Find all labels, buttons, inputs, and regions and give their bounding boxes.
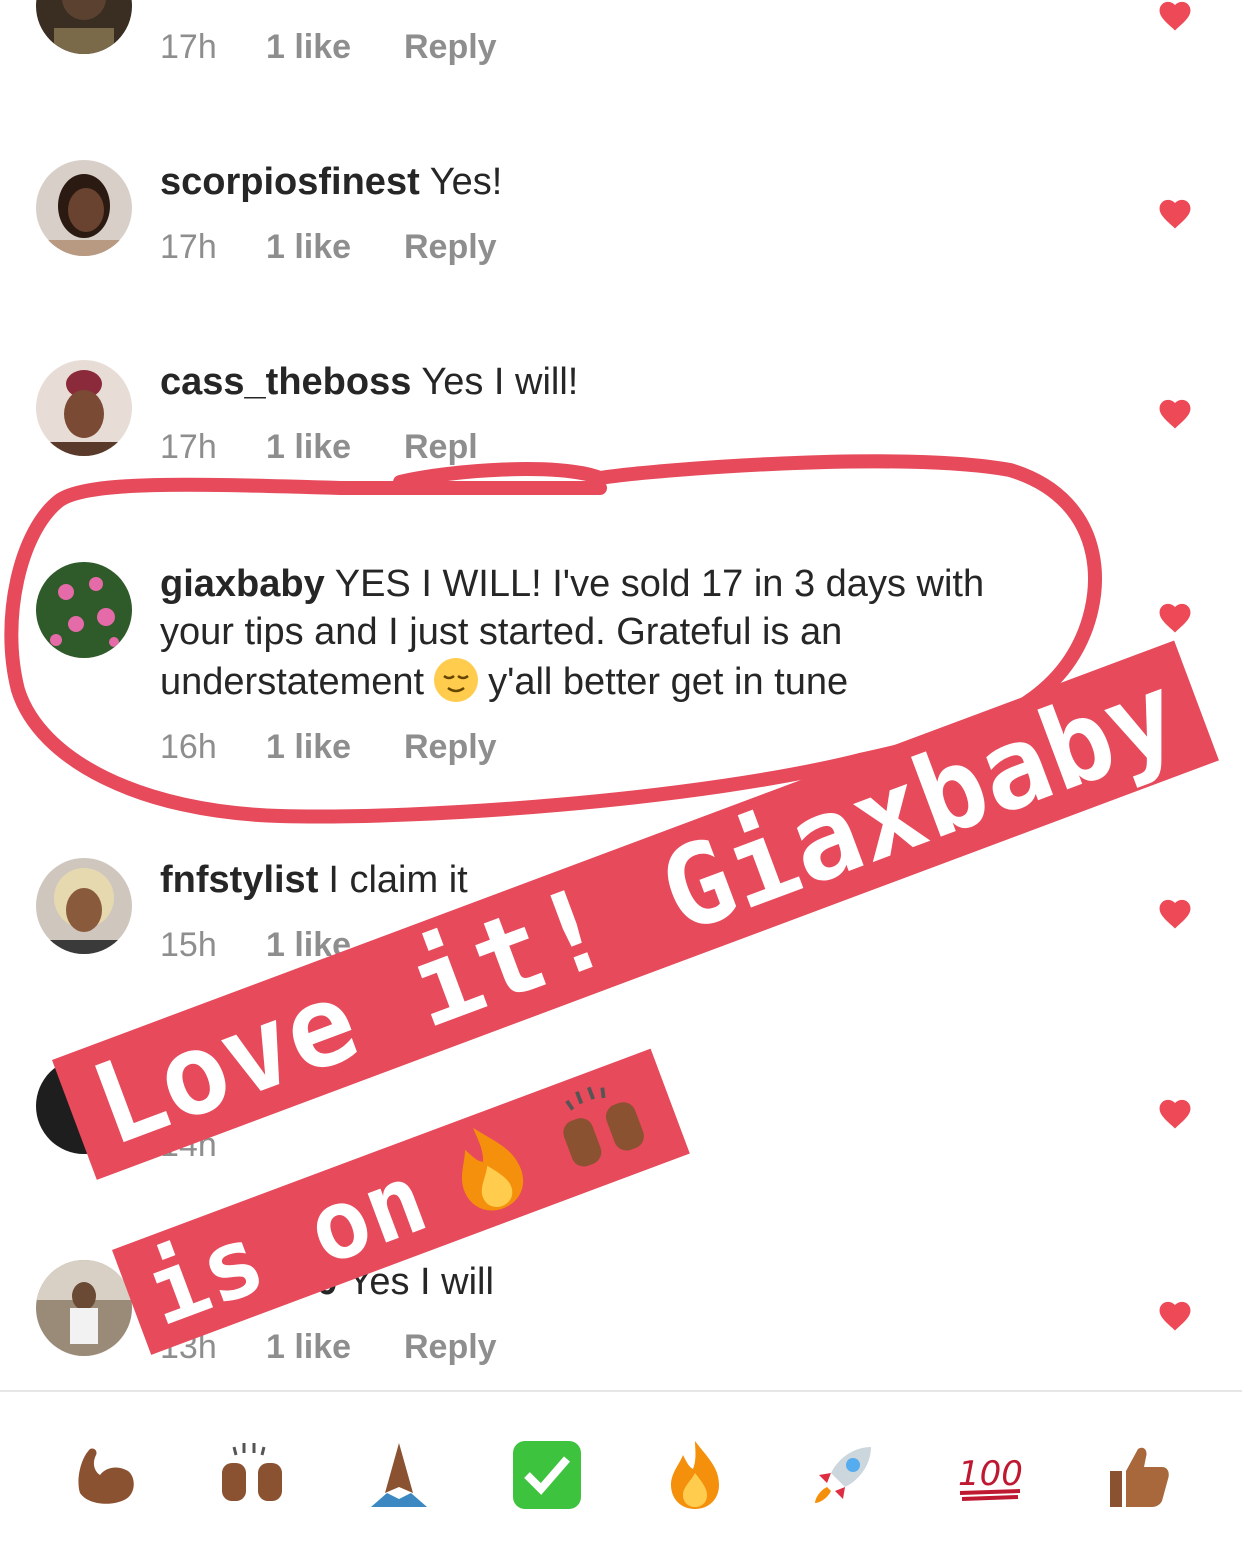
comment-likes[interactable]: 1 like — [266, 728, 404, 767]
svg-text:100: 100 — [958, 1454, 1023, 1494]
reply-button[interactable]: Reply — [404, 228, 497, 267]
heart-icon[interactable] — [1156, 396, 1194, 430]
comment-text: Yes! — [429, 161, 503, 203]
comment-time: 15h — [160, 926, 217, 964]
comment-likes[interactable]: 1 like — [266, 926, 404, 965]
comment-time: 17h — [160, 228, 217, 266]
heart-icon[interactable] — [1156, 0, 1194, 32]
avatar[interactable] — [36, 1260, 132, 1356]
comment-time: 14h — [160, 1126, 217, 1164]
avatar[interactable] — [36, 360, 132, 456]
heart-icon[interactable] — [1156, 1298, 1194, 1332]
reply-button[interactable]: Repl — [404, 428, 478, 467]
raising-hands-icon[interactable] — [210, 1433, 294, 1517]
avatar[interactable] — [36, 562, 132, 658]
hundred-points-icon[interactable]: 100 — [948, 1433, 1032, 1517]
comment-username[interactable]: cass_theboss — [160, 361, 411, 403]
reply-button[interactable]: Reply — [404, 728, 497, 767]
comment-time: 16h — [160, 728, 217, 766]
comment-text: Yes I will! — [421, 361, 579, 403]
reply-button[interactable]: Reply — [404, 1328, 497, 1367]
comment-username[interactable]: fnfstylist — [160, 859, 318, 901]
heart-icon[interactable] — [1156, 1096, 1194, 1130]
comment-text-end: y'all better get in tune — [488, 661, 849, 703]
comment-text: Yes I will — [347, 1261, 494, 1303]
divider — [0, 1390, 1242, 1392]
comment-username[interactable]: ...i999 — [160, 1059, 266, 1101]
avatar[interactable] — [36, 1058, 132, 1154]
comment-likes[interactable]: 1 like — [266, 28, 404, 67]
heart-icon[interactable] — [1156, 196, 1194, 230]
avatar[interactable] — [36, 0, 132, 54]
comment-username[interactable]: kayjayz50 — [160, 1261, 338, 1303]
rocket-icon[interactable] — [801, 1433, 885, 1517]
check-mark-button-icon[interactable] — [505, 1433, 589, 1517]
fire-icon[interactable] — [653, 1433, 737, 1517]
comment-likes[interactable]: 1 like — [266, 1328, 404, 1367]
avatar[interactable] — [36, 160, 132, 256]
comment-time: 17h — [160, 28, 217, 66]
heart-icon[interactable] — [1156, 896, 1194, 930]
relieved-face-icon — [432, 656, 480, 704]
comment-username[interactable]: scorpiosfinest — [160, 161, 420, 203]
comment-time: 17h — [160, 428, 217, 466]
comment-username[interactable]: giaxbaby — [160, 563, 325, 605]
comment-time: 13h — [160, 1328, 217, 1366]
emoji-bar: 100 — [0, 1420, 1242, 1530]
comment-likes[interactable]: 1 like — [266, 228, 404, 267]
avatar[interactable] — [36, 858, 132, 954]
reply-button[interactable]: Reply — [404, 28, 497, 67]
heart-icon[interactable] — [1156, 600, 1194, 634]
comment-text: I claim it — [328, 859, 468, 901]
folded-hands-icon[interactable] — [357, 1433, 441, 1517]
thumbs-up-icon[interactable] — [1096, 1433, 1180, 1517]
comment-likes[interactable]: 1 like — [266, 428, 404, 467]
flexed-biceps-icon[interactable] — [62, 1433, 146, 1517]
